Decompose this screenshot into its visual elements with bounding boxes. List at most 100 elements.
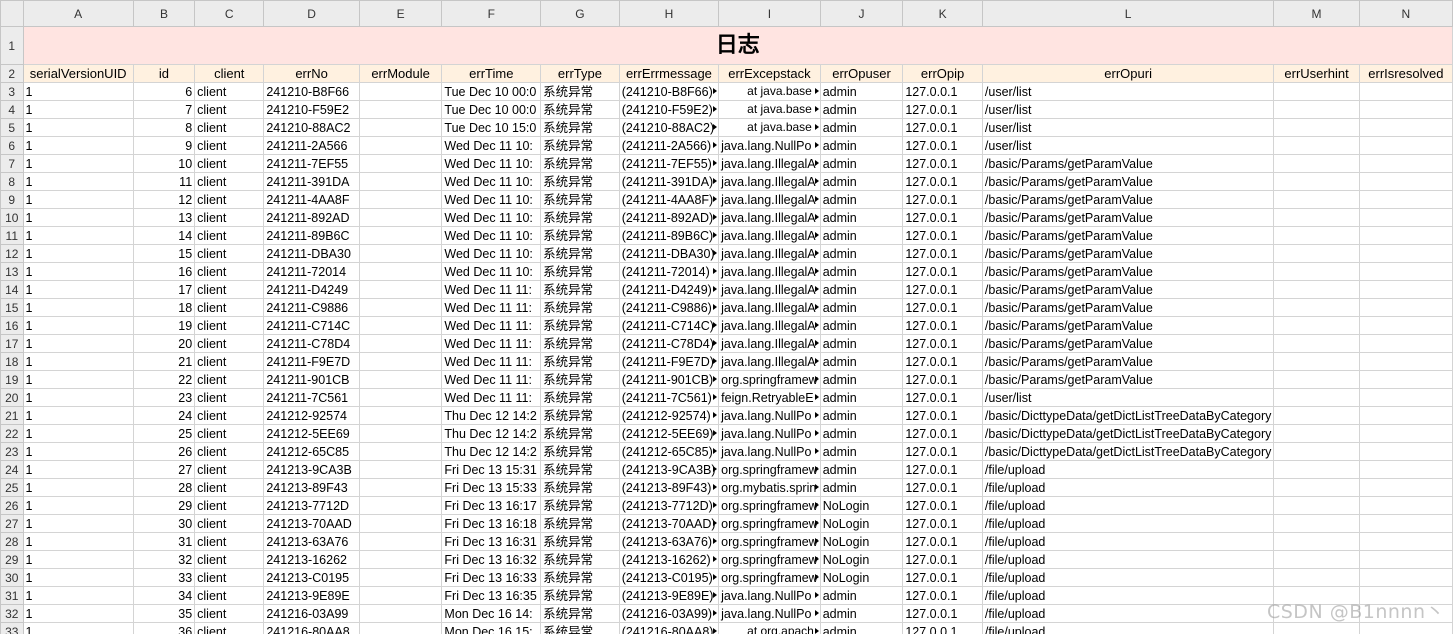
row-header[interactable]: 11	[0, 226, 24, 245]
cell-ip[interactable]: 127.0.0.1	[902, 118, 983, 137]
cell-resolved[interactable]	[1358, 460, 1453, 479]
cell-stack[interactable]: org.springframew	[718, 568, 821, 587]
cell-id[interactable]: 35	[132, 604, 196, 623]
cell-stack[interactable]: java.lang.NullPo	[718, 604, 821, 623]
cell-stack[interactable]: org.springframew	[718, 514, 821, 533]
cell-stack[interactable]: java.lang.IllegalA	[718, 262, 821, 281]
cell-stack[interactable]: java.lang.NullPo	[718, 136, 821, 155]
cell-errtime[interactable]: Fri Dec 13 15:33	[441, 478, 542, 497]
cell-resolved[interactable]	[1358, 370, 1453, 389]
cell-resolved[interactable]	[1358, 514, 1453, 533]
cell-errno[interactable]: 241211-7C561	[263, 388, 360, 407]
cell-stack[interactable]: java.lang.NullPo	[718, 406, 821, 425]
cell-uid[interactable]: 1	[22, 136, 134, 155]
column-header-f[interactable]: F	[441, 0, 542, 27]
cell-errno[interactable]: 241210-F59E2	[263, 100, 360, 119]
cell-errno[interactable]: 241213-9CA3B	[263, 460, 360, 479]
cell-errno[interactable]: 241213-7712D	[263, 496, 360, 515]
cell-user[interactable]: NoLogin	[819, 496, 904, 515]
cell-errtype[interactable]: 系统异常	[540, 406, 620, 425]
cell-errtype[interactable]: 系统异常	[540, 136, 620, 155]
cell-id[interactable]: 8	[132, 118, 196, 137]
cell-user[interactable]: admin	[819, 478, 904, 497]
cell-errtype[interactable]: 系统异常	[540, 586, 620, 605]
cell-id[interactable]: 10	[132, 154, 196, 173]
cell-errtype[interactable]: 系统异常	[540, 82, 620, 101]
cell-stack[interactable]: java.lang.IllegalA	[718, 316, 821, 335]
cell-id[interactable]: 20	[132, 334, 196, 353]
cell-stack[interactable]: java.lang.NullPo	[718, 586, 821, 605]
cell-resolved[interactable]	[1358, 622, 1453, 634]
cell-hint[interactable]	[1273, 208, 1360, 227]
cell-client[interactable]: client	[194, 604, 265, 623]
cell-user[interactable]: NoLogin	[819, 550, 904, 569]
cell-uid[interactable]: 1	[22, 514, 134, 533]
cell-resolved[interactable]	[1358, 154, 1453, 173]
cell-msg[interactable]: (241210-F59E2)	[618, 100, 720, 119]
cell-errmodule[interactable]	[358, 478, 443, 497]
cell-msg[interactable]: (241211-DBA30)	[618, 244, 720, 263]
cell-uid[interactable]: 1	[22, 334, 134, 353]
cell-ip[interactable]: 127.0.0.1	[902, 226, 983, 245]
cell-stack[interactable]: at org.apach	[718, 622, 821, 634]
cell-uri[interactable]: /basic/Params/getParamValue	[981, 208, 1275, 227]
cell-id[interactable]: 32	[132, 550, 196, 569]
cell-id[interactable]: 24	[132, 406, 196, 425]
cell-errtime[interactable]: Mon Dec 16 14:	[441, 604, 542, 623]
column-header-e[interactable]: E	[358, 0, 443, 27]
cell-id[interactable]: 28	[132, 478, 196, 497]
cell-uri[interactable]: /basic/DicttypeData/getDictListTreeDataB…	[981, 406, 1275, 425]
cell-user[interactable]: admin	[819, 442, 904, 461]
cell-ip[interactable]: 127.0.0.1	[902, 442, 983, 461]
column-header-j[interactable]: J	[819, 0, 904, 27]
cell-errtype[interactable]: 系统异常	[540, 442, 620, 461]
cell-uri[interactable]: /basic/Params/getParamValue	[981, 226, 1275, 245]
cell-errtype[interactable]: 系统异常	[540, 208, 620, 227]
cell-errmodule[interactable]	[358, 388, 443, 407]
field-header-errtype[interactable]: errType	[540, 64, 620, 83]
cell-stack[interactable]: org.springframew	[718, 370, 821, 389]
column-header-i[interactable]: I	[718, 0, 821, 27]
row-header[interactable]: 20	[0, 388, 24, 407]
cell-ip[interactable]: 127.0.0.1	[902, 154, 983, 173]
cell-errtime[interactable]: Wed Dec 11 10:	[441, 208, 542, 227]
cell-stack[interactable]: feign.RetryableE	[718, 388, 821, 407]
cell-errtime[interactable]: Fri Dec 13 16:17	[441, 496, 542, 515]
cell-errtime[interactable]: Wed Dec 11 10:	[441, 262, 542, 281]
cell-stack[interactable]: java.lang.NullPo	[718, 424, 821, 443]
cell-resolved[interactable]	[1358, 442, 1453, 461]
cell-ip[interactable]: 127.0.0.1	[902, 208, 983, 227]
cell-ip[interactable]: 127.0.0.1	[902, 352, 983, 371]
cell-msg[interactable]: (241211-7C561)	[618, 388, 720, 407]
cell-ip[interactable]: 127.0.0.1	[902, 370, 983, 389]
cell-uri[interactable]: /basic/Params/getParamValue	[981, 262, 1275, 281]
cell-stack[interactable]: org.springframew	[718, 460, 821, 479]
row-header[interactable]: 29	[0, 550, 24, 569]
cell-id[interactable]: 25	[132, 424, 196, 443]
cell-uri[interactable]: /file/upload	[981, 514, 1275, 533]
cell-uid[interactable]: 1	[22, 316, 134, 335]
cell-client[interactable]: client	[194, 424, 265, 443]
cell-uri[interactable]: /basic/DicttypeData/getDictListTreeDataB…	[981, 442, 1275, 461]
row-header[interactable]: 4	[0, 100, 24, 119]
cell-msg[interactable]: (241213-63A76)	[618, 532, 720, 551]
row-header[interactable]: 6	[0, 136, 24, 155]
cell-errtime[interactable]: Thu Dec 12 14:2	[441, 424, 542, 443]
cell-uid[interactable]: 1	[22, 154, 134, 173]
field-header-errno[interactable]: errNo	[263, 64, 360, 83]
cell-client[interactable]: client	[194, 442, 265, 461]
row-header[interactable]: 27	[0, 514, 24, 533]
column-header-a[interactable]: A	[22, 0, 134, 27]
cell-errmodule[interactable]	[358, 334, 443, 353]
cell-errtype[interactable]: 系统异常	[540, 334, 620, 353]
cell-errmodule[interactable]	[358, 550, 443, 569]
cell-errtime[interactable]: Wed Dec 11 11:	[441, 298, 542, 317]
cell-hint[interactable]	[1273, 424, 1360, 443]
cell-stack[interactable]: java.lang.IllegalA	[718, 334, 821, 353]
cell-ip[interactable]: 127.0.0.1	[902, 262, 983, 281]
cell-resolved[interactable]	[1358, 190, 1453, 209]
cell-errmodule[interactable]	[358, 496, 443, 515]
cell-errno[interactable]: 241212-5EE69	[263, 424, 360, 443]
cell-hint[interactable]	[1273, 496, 1360, 515]
cell-uri[interactable]: /basic/Params/getParamValue	[981, 316, 1275, 335]
